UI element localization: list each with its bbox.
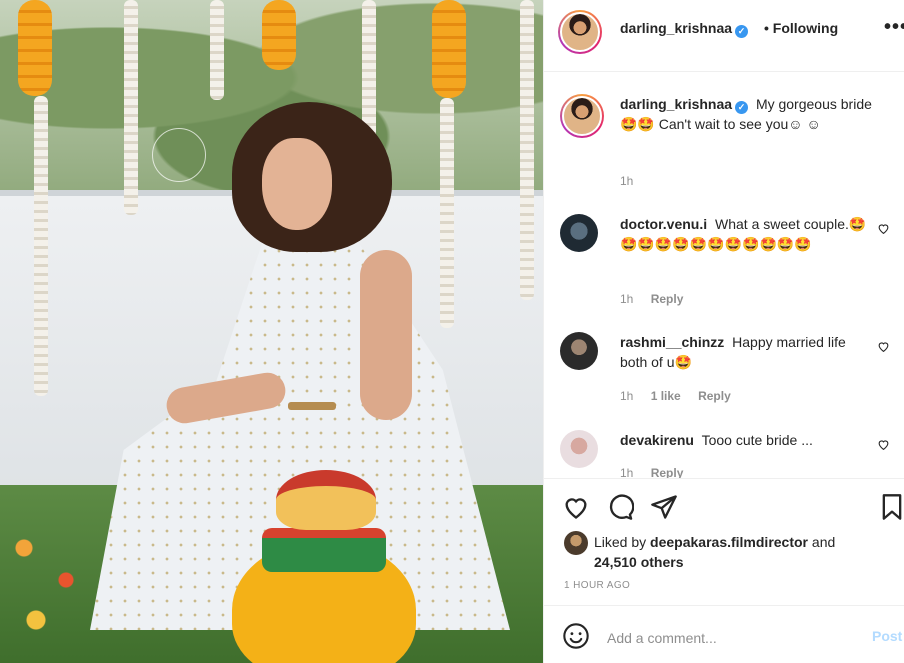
post-header: darling_krishnaa✓ • Following •••	[544, 0, 904, 72]
commenter-avatar[interactable]	[560, 332, 598, 370]
post-timestamp[interactable]: 1 HOUR AGO	[564, 580, 630, 591]
caption-time[interactable]: 1h	[620, 174, 633, 188]
photographer-watermark	[152, 128, 206, 182]
commenter-avatar[interactable]	[560, 214, 598, 252]
comment-icon[interactable]	[606, 493, 634, 521]
caption-username[interactable]: darling_krishnaa ✓	[620, 96, 749, 114]
likes-count[interactable]: 24,510 others	[594, 554, 684, 570]
jasmine-garland	[520, 0, 534, 300]
comment-input[interactable]	[607, 628, 857, 648]
marigold-garland	[432, 0, 466, 98]
author-avatar[interactable]	[558, 10, 602, 54]
more-icon[interactable]: •••	[884, 16, 904, 39]
post-image[interactable]	[0, 0, 543, 663]
comment-body: rashmi__chinzz Happy married life both o…	[620, 332, 874, 372]
heart-icon[interactable]	[877, 222, 890, 235]
caption-body: darling_krishnaa ✓ My gorgeous bride 🤩🤩 C…	[620, 94, 874, 134]
comment-time[interactable]: 1h	[620, 466, 633, 478]
caption-avatar[interactable]	[560, 94, 604, 138]
caption: darling_krishnaa ✓ My gorgeous bride 🤩🤩 C…	[560, 94, 890, 194]
comment-username[interactable]: doctor.venu.i	[620, 216, 707, 232]
comments-list[interactable]: darling_krishnaa ✓ My gorgeous bride 🤩🤩 C…	[544, 72, 904, 478]
comment-likes[interactable]: 1 like	[651, 389, 681, 403]
comment-item: rashmi__chinzz Happy married life both o…	[560, 332, 890, 412]
heart-icon[interactable]	[877, 340, 890, 353]
follow-status-button[interactable]: • Following	[764, 20, 838, 36]
comment-meta: 1h Reply	[620, 292, 697, 306]
comment-item: devakirenu Tooo cute bride ... 1h Reply	[560, 430, 890, 478]
reply-button[interactable]: Reply	[698, 389, 731, 403]
comment-item: doctor.venu.i What a sweet couple.🤩🤩🤩🤩🤩🤩…	[560, 214, 890, 314]
comment-meta: 1h 1 like Reply	[620, 389, 745, 403]
waist-belt	[288, 402, 336, 410]
jasmine-garland	[124, 0, 138, 215]
comment-text: Tooo cute bride ...	[701, 432, 813, 448]
liker-username[interactable]: deepakaras.filmdirector	[650, 534, 808, 550]
reply-button[interactable]: Reply	[651, 292, 684, 306]
post-comment-button[interactable]: Post	[872, 628, 902, 644]
heart-icon[interactable]	[562, 493, 590, 521]
pot-band	[262, 528, 386, 572]
emoji-icon[interactable]	[562, 622, 590, 650]
pot-lid	[276, 470, 376, 530]
likes-summary[interactable]: Liked by deepakaras.filmdirector and 24,…	[594, 532, 884, 572]
verified-icon: ✓	[735, 25, 749, 38]
jasmine-garland	[210, 0, 224, 100]
bride-arm	[360, 250, 412, 420]
comment-time[interactable]: 1h	[620, 389, 633, 403]
caption-meta: 1h	[620, 174, 647, 188]
jasmine-garland	[34, 96, 48, 396]
verified-icon: ✓	[735, 101, 749, 114]
comment-username[interactable]: rashmi__chinzz	[620, 334, 724, 350]
comment-body: doctor.venu.i What a sweet couple.🤩🤩🤩🤩🤩🤩…	[620, 214, 874, 254]
heart-icon[interactable]	[877, 438, 890, 451]
marigold-garland	[18, 0, 52, 96]
post-panel: darling_krishnaa✓ • Following ••• darlin…	[543, 0, 904, 663]
comment-composer: Post	[544, 605, 904, 663]
reply-button[interactable]: Reply	[651, 466, 684, 478]
bookmark-icon[interactable]	[878, 493, 904, 521]
comment-time[interactable]: 1h	[620, 292, 633, 306]
share-icon[interactable]	[650, 493, 678, 521]
comment-username[interactable]: devakirenu	[620, 432, 694, 448]
jasmine-garland	[440, 98, 454, 328]
marigold-garland	[262, 0, 296, 70]
bride-face	[262, 138, 332, 230]
author-username[interactable]: darling_krishnaa ✓	[620, 20, 749, 38]
commenter-avatar[interactable]	[560, 430, 598, 468]
post-actions: Liked by deepakaras.filmdirector and 24,…	[544, 478, 904, 602]
comment-meta: 1h Reply	[620, 466, 697, 478]
comment-body: devakirenu Tooo cute bride ...	[620, 430, 874, 450]
liker-avatar[interactable]	[564, 531, 588, 555]
